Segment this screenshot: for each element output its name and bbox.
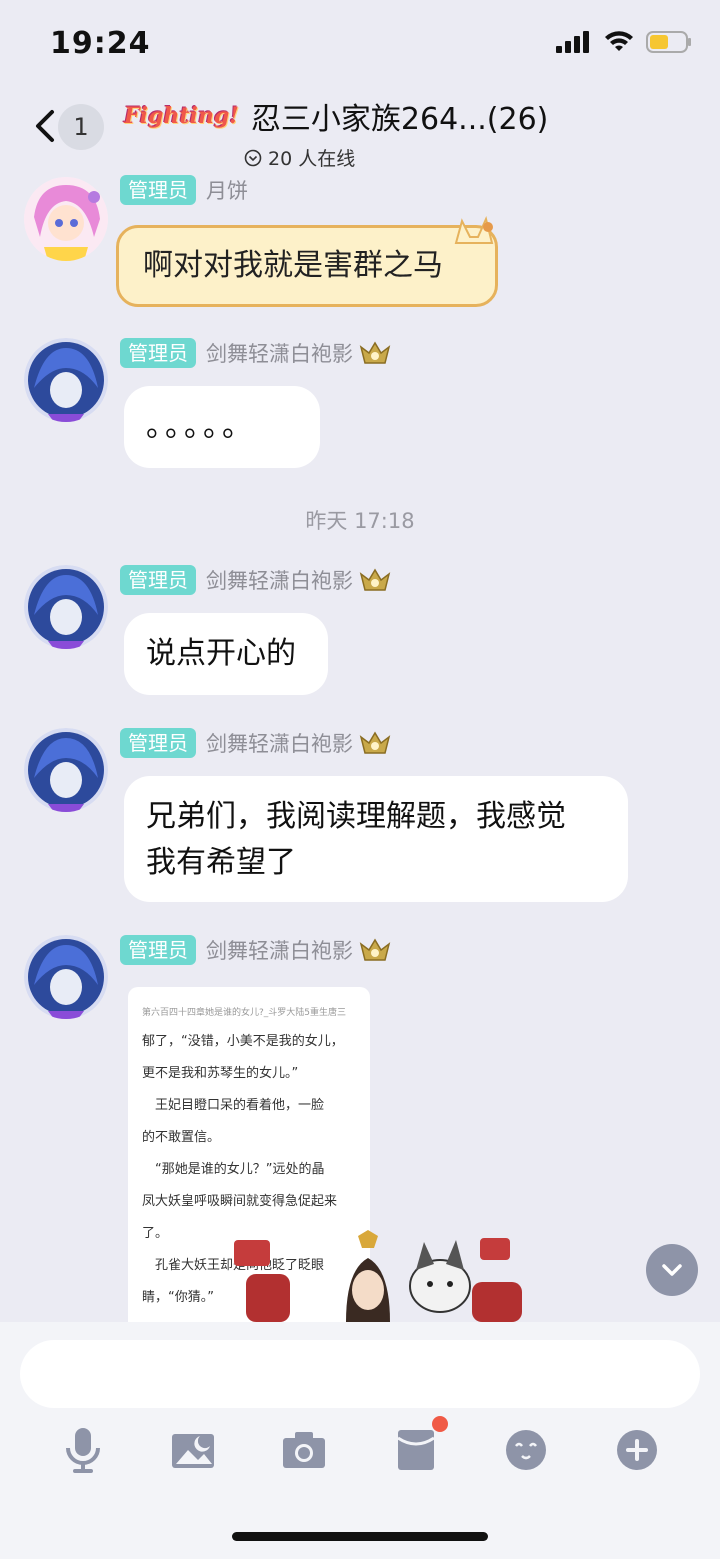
microphone-icon <box>66 1428 100 1473</box>
timestamp: 昨天 17:18 <box>305 509 415 533</box>
sender-meta: 管理员 剑舞轻潇白袍影 <box>120 935 391 965</box>
decoration-sticker <box>234 1230 522 1322</box>
nav-bar: 1 Fighting! 忍三小家族264...(26) 20 人在线 <box>0 88 720 170</box>
sender-meta: 管理员 剑舞轻潇白袍影 <box>120 565 391 595</box>
chevron-down-icon <box>662 1264 682 1276</box>
admin-tag: 管理员 <box>120 175 196 205</box>
more-button[interactable] <box>609 1422 665 1478</box>
status-bar: 19:24 <box>0 0 720 88</box>
image-button[interactable] <box>165 1422 221 1478</box>
message-bubble[interactable]: 啊对对我就是害群之马 <box>116 225 498 307</box>
sender-meta: 管理员 剑舞轻潇白袍影 <box>120 728 391 758</box>
message-bubble[interactable]: 。。。。。 <box>124 386 320 468</box>
status-time: 19:24 <box>50 26 151 61</box>
voice-button[interactable] <box>55 1422 111 1478</box>
group-title: 忍三小家族264...(26) <box>250 102 549 137</box>
chevron-down-circle-icon <box>244 149 262 166</box>
online-status[interactable]: 20 人在线 <box>244 144 604 171</box>
scroll-to-bottom-button[interactable] <box>646 1244 698 1296</box>
red-packet-button[interactable] <box>388 1416 448 1478</box>
sender-name[interactable]: 月饼 <box>206 175 248 205</box>
battery-icon <box>646 31 691 53</box>
game-logo: Fighting! <box>124 103 239 129</box>
avatar[interactable] <box>24 935 108 1019</box>
admin-tag: 管理员 <box>120 728 196 758</box>
avatar[interactable] <box>24 728 108 812</box>
message-item: 管理员 剑舞轻潇白袍影 。。。。。 <box>0 338 720 478</box>
image-text-line: 的不敢置信。 <box>142 1130 221 1145</box>
message-input[interactable] <box>20 1340 700 1408</box>
crown-badge-icon <box>359 341 391 364</box>
sender-name[interactable]: 剑舞轻潇白袍影 <box>206 728 353 758</box>
image-text-line: 凤大妖皇呼吸瞬间就变得急促起来 <box>142 1194 338 1209</box>
notification-dot <box>432 1416 448 1432</box>
emoji-button[interactable] <box>498 1422 554 1478</box>
message-text-line: 我有希望了 <box>146 845 296 880</box>
status-icons <box>556 30 692 54</box>
cat-ears-icon <box>454 215 494 244</box>
image-icon <box>172 1434 214 1468</box>
plus-icon <box>617 1430 657 1470</box>
sender-meta: 管理员 剑舞轻潇白袍影 <box>120 338 391 368</box>
message-bubble[interactable]: 兄弟们，我阅读理解题，我感觉 我有希望了 <box>124 776 628 902</box>
admin-tag: 管理员 <box>120 565 196 595</box>
emoji-icon <box>506 1430 546 1470</box>
admin-tag: 管理员 <box>120 338 196 368</box>
input-toolbar <box>0 1416 720 1486</box>
input-area <box>0 1322 720 1559</box>
home-indicator <box>232 1532 488 1541</box>
image-text-line: “那她是谁的女儿？”远处的晶 <box>142 1162 325 1177</box>
unread-count-badge[interactable]: 1 <box>58 104 104 150</box>
crown-badge-icon <box>359 731 391 754</box>
message-bubble[interactable]: 说点开心的 <box>124 613 328 695</box>
message-item: 管理员 月饼 啊对对我就是害群之马 <box>0 175 720 315</box>
avatar[interactable] <box>24 338 108 422</box>
image-text-line: 郁了，“没错，小美不是我的女儿， <box>142 1034 344 1049</box>
message-item: 管理员 剑舞轻潇白袍影 兄弟们，我阅读理解题，我感觉 我有希望了 <box>0 728 720 908</box>
message-item: 管理员 剑舞轻潇白袍影 说点开心的 <box>0 565 720 705</box>
title-area[interactable]: Fighting! 忍三小家族264...(26) 20 人在线 <box>124 94 604 171</box>
camera-icon <box>283 1432 325 1468</box>
crown-badge-icon <box>359 938 391 961</box>
message-text-line: 兄弟们，我阅读理解题，我感觉 <box>146 799 566 834</box>
camera-button[interactable] <box>276 1422 332 1478</box>
sender-name[interactable]: 剑舞轻潇白袍影 <box>206 565 353 595</box>
sender-meta: 管理员 月饼 <box>120 175 248 205</box>
wifi-icon <box>605 31 633 51</box>
sender-name[interactable]: 剑舞轻潇白袍影 <box>206 338 353 368</box>
avatar[interactable] <box>24 177 108 261</box>
image-header: 第六百四十四章她是谁的女儿?_斗罗大陆5重生唐三 <box>142 1008 347 1018</box>
image-text-line: 更不是我和苏琴生的女儿。” <box>142 1066 299 1081</box>
admin-tag: 管理员 <box>120 935 196 965</box>
sender-name[interactable]: 剑舞轻潇白袍影 <box>206 935 353 965</box>
crown-badge-icon <box>359 568 391 591</box>
red-packet-icon <box>397 1430 435 1470</box>
signal-icon <box>556 31 589 53</box>
avatar[interactable] <box>24 565 108 649</box>
image-text-line: 王妃目瞪口呆的看着他，一脸 <box>142 1098 325 1113</box>
online-count: 20 人在线 <box>268 148 356 170</box>
